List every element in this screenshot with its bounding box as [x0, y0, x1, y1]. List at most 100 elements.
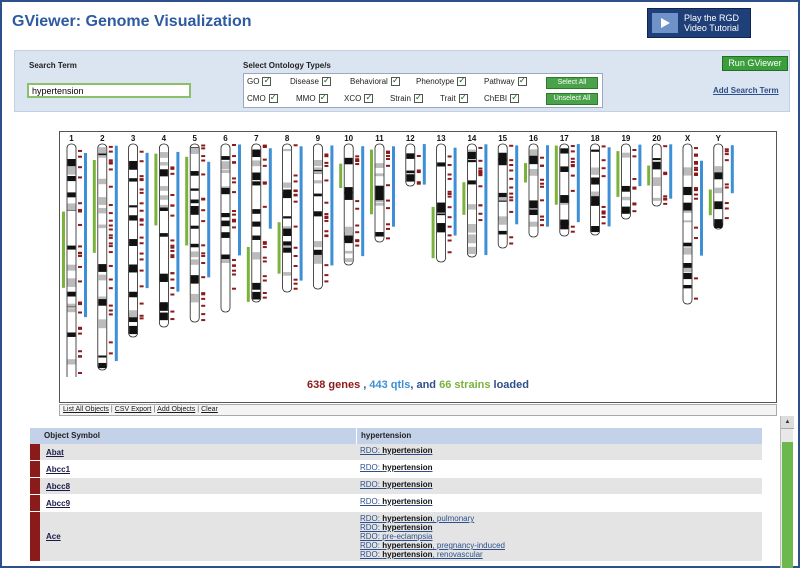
ontology-go[interactable]: GO	[247, 75, 272, 86]
table-row: Abcc9 RDO: hypertension	[30, 495, 762, 512]
object-symbol-link[interactable]: Abcc9	[40, 495, 356, 511]
add-search-term-link[interactable]: Add Search Term	[713, 86, 779, 95]
checkbox-icon[interactable]	[390, 75, 400, 86]
chromosome-band	[313, 180, 322, 184]
gene-mark	[601, 167, 606, 170]
gene-mark	[724, 207, 729, 210]
gene-mark	[139, 178, 144, 181]
chromosome-band	[190, 188, 199, 191]
term-link[interactable]: RDO: hypertension	[360, 463, 762, 472]
gene-mark	[170, 254, 175, 257]
gene-mark	[262, 292, 267, 295]
chromosome-band	[652, 161, 661, 170]
chromosome-band	[529, 221, 538, 227]
gene-mark	[293, 225, 298, 228]
term-link[interactable]: RDO: hypertension, renovascular	[360, 550, 762, 559]
gene-mark	[108, 341, 113, 344]
gene-mark	[201, 159, 206, 162]
add-objects-link[interactable]: Add Objects	[157, 406, 195, 413]
checkbox-icon[interactable]	[364, 92, 374, 103]
qtls-count: 443 qtls	[369, 379, 411, 391]
chromosome-band	[252, 149, 261, 158]
gene-mark	[694, 189, 698, 192]
gene-mark	[540, 164, 544, 167]
chromosome-band	[714, 222, 723, 228]
object-symbol-link[interactable]: Abcc1	[40, 461, 356, 477]
checkbox-icon[interactable]	[318, 92, 328, 103]
chromosome-band	[67, 278, 76, 283]
term-link[interactable]: RDO: hypertension	[360, 497, 762, 506]
gene-mark	[447, 206, 452, 209]
ontology-chebi[interactable]: ChEBI	[484, 92, 520, 103]
gene-mark	[78, 223, 82, 226]
scrollbar[interactable]: ▲	[780, 416, 794, 568]
term-link[interactable]: RDO: hypertension	[360, 480, 762, 489]
chromosome-band	[344, 250, 353, 254]
search-input[interactable]	[27, 83, 191, 98]
scrollbar-thumb[interactable]	[782, 442, 793, 568]
strain-bar	[246, 246, 250, 302]
checkbox-icon[interactable]	[517, 75, 527, 86]
chromosome-band	[159, 207, 168, 212]
term-link[interactable]: RDO: hypertension, pulmonary	[360, 514, 762, 523]
gene-mark	[78, 332, 82, 335]
object-symbol-link[interactable]: Abat	[40, 444, 356, 460]
table-row: Abat RDO: hypertension	[30, 444, 762, 461]
chromosome-label: 4	[162, 134, 167, 143]
gene-mark	[232, 144, 236, 147]
list-all-objects-link[interactable]: List All Objects	[63, 406, 109, 413]
gene-mark	[78, 372, 82, 375]
checkbox-icon[interactable]	[413, 92, 423, 103]
chromosome-band	[683, 263, 692, 268]
ontology-pathway[interactable]: Pathway	[484, 75, 527, 86]
ontology-trait[interactable]: Trait	[440, 92, 468, 103]
checkbox-icon[interactable]	[262, 75, 272, 86]
chromosome-band	[159, 273, 168, 280]
clear-link[interactable]: Clear	[201, 406, 218, 413]
gene-mark	[324, 230, 329, 233]
csv-export-link[interactable]: CSV Export	[115, 406, 152, 413]
chromosome-band	[467, 246, 476, 255]
ontology-behavioral[interactable]: Behavioral	[350, 75, 400, 86]
unselect-all-button[interactable]: Unselect All	[546, 93, 598, 105]
object-symbol-link[interactable]: Ace	[40, 512, 356, 561]
gene-mark	[386, 164, 390, 167]
video-tutorial-button[interactable]: Play the RGD Video Tutorial	[647, 8, 751, 38]
ontology-strain[interactable]: Strain	[390, 92, 423, 103]
term-link[interactable]: RDO: hypertension, pregnancy-induced	[360, 541, 762, 550]
gene-mark	[78, 311, 82, 314]
select-all-button[interactable]: Select All	[546, 77, 598, 89]
checkbox-icon[interactable]	[458, 92, 468, 103]
gene-mark	[108, 145, 113, 148]
gene-mark	[108, 352, 113, 355]
gene-mark	[694, 237, 698, 240]
gene-mark	[78, 301, 82, 304]
ontology-disease[interactable]: Disease	[290, 75, 331, 86]
term-link[interactable]: RDO: hypertension	[360, 523, 762, 532]
term-link[interactable]: RDO: pre-eclampsia	[360, 532, 762, 541]
chromosome-band	[467, 151, 476, 160]
gene-mark	[324, 201, 329, 204]
checkbox-icon[interactable]	[510, 92, 520, 103]
checkbox-icon[interactable]	[457, 75, 467, 86]
video-line-2: Video Tutorial	[684, 23, 739, 33]
checkbox-icon[interactable]	[268, 92, 278, 103]
qtl-bar	[669, 144, 673, 199]
ontology-xco[interactable]: XCO	[344, 92, 374, 103]
checkbox-icon[interactable]	[321, 75, 331, 86]
chromosome-band	[129, 291, 138, 298]
gene-mark	[201, 319, 206, 322]
ontology-cmo[interactable]: CMO	[247, 92, 278, 103]
chromosome-band	[437, 209, 446, 213]
chromosome-band	[313, 241, 322, 248]
scroll-up-icon[interactable]: ▲	[781, 416, 794, 429]
term-link[interactable]: RDO: hypertension	[360, 446, 762, 455]
gene-mark	[108, 309, 113, 312]
object-symbol-link[interactable]: Abcc8	[40, 478, 356, 494]
gene-mark	[139, 285, 144, 288]
run-gviewer-button[interactable]: Run GViewer	[722, 56, 788, 71]
gene-mark	[262, 260, 267, 263]
ontology-mmo[interactable]: MMO	[296, 92, 328, 103]
gene-mark	[201, 313, 206, 316]
ontology-phenotype[interactable]: Phenotype	[416, 75, 467, 86]
